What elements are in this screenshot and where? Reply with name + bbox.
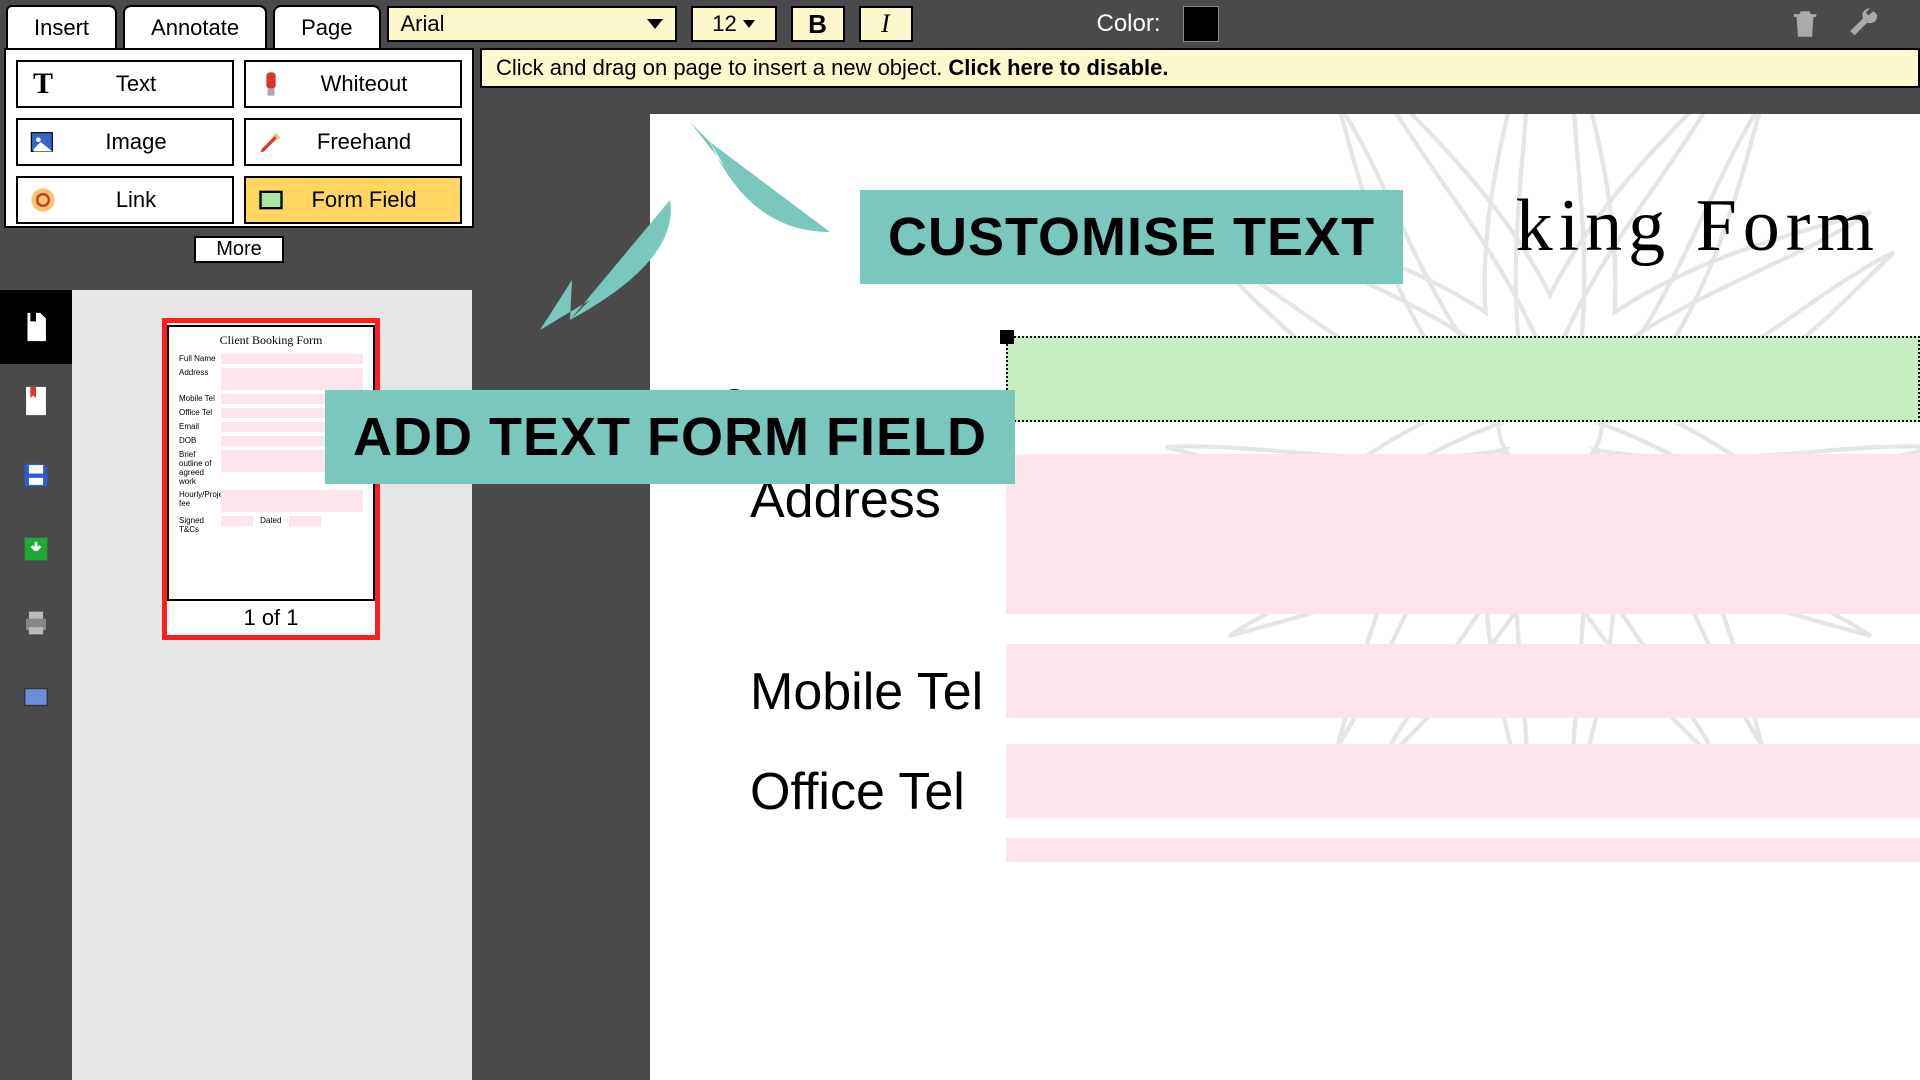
insert-panel: T Text Whiteout Image Freehand Link [4, 48, 474, 228]
more-button[interactable]: More [194, 236, 284, 263]
insert-image-button[interactable]: Image [16, 118, 234, 166]
font-select[interactable]: Arial [387, 6, 677, 42]
insert-freehand-button[interactable]: Freehand [244, 118, 462, 166]
formfield-icon [254, 183, 288, 217]
callout-formfield: ADD TEXT FORM FIELD [325, 390, 1015, 484]
top-strip: Insert Annotate Page Arial 12 B I Color: [0, 0, 1920, 48]
hint-bar[interactable]: Click and drag on page to insert a new o… [480, 48, 1920, 88]
font-name: Arial [401, 11, 445, 37]
italic-button[interactable]: I [859, 6, 913, 42]
color-label: Color: [1097, 10, 1161, 38]
thumb-title: Client Booking Form [220, 333, 323, 348]
label: Form Field [302, 187, 460, 213]
bold-button[interactable]: B [791, 6, 845, 42]
text-toolbar: Arial 12 B I Color: [387, 0, 1920, 48]
arrow-formfield [490, 180, 690, 345]
whiteout-icon [254, 67, 288, 101]
hint-text: Click and drag on page to insert a new o… [496, 55, 942, 81]
selected-form-field[interactable] [1006, 336, 1920, 422]
color-swatch[interactable] [1183, 6, 1219, 42]
insert-whiteout-button[interactable]: Whiteout [244, 60, 462, 108]
label: Image [74, 129, 232, 155]
thumb-caption: 1 of 1 [243, 601, 298, 635]
hint-disable-link[interactable]: Click here to disable. [948, 55, 1168, 81]
text-icon: T [26, 67, 60, 101]
insert-link-button[interactable]: Link [16, 176, 234, 224]
left-rail [0, 290, 72, 734]
rail-print[interactable] [0, 586, 72, 660]
tab-annotate[interactable]: Annotate [123, 5, 267, 48]
label: Whiteout [302, 71, 460, 97]
wrench-icon[interactable] [1846, 7, 1880, 41]
label: Text [74, 71, 232, 97]
insert-formfield-button[interactable]: Form Field [244, 176, 462, 224]
chevron-down-icon [743, 20, 755, 28]
trash-icon[interactable] [1788, 7, 1822, 41]
insert-text-button[interactable]: T Text [16, 60, 234, 108]
font-size: 12 [712, 11, 736, 37]
font-size-select[interactable]: 12 [691, 6, 777, 42]
label: Link [74, 187, 232, 213]
callout-customise: CUSTOMISE TEXT [860, 190, 1403, 284]
rail-save[interactable] [0, 438, 72, 512]
tab-page[interactable]: Page [273, 5, 380, 48]
resize-handle-tl[interactable] [1000, 330, 1014, 344]
rail-bookmarks[interactable] [0, 364, 72, 438]
field-address[interactable] [1006, 454, 1920, 614]
toolbar-extra [1788, 7, 1920, 41]
link-icon [26, 183, 60, 217]
field-next[interactable] [1006, 838, 1920, 862]
tab-insert[interactable]: Insert [6, 5, 117, 48]
rail-pages[interactable] [0, 290, 72, 364]
field-mobile[interactable] [1006, 644, 1920, 718]
rail-form[interactable] [0, 660, 72, 734]
image-icon [26, 125, 60, 159]
field-office[interactable] [1006, 744, 1920, 818]
chevron-down-icon [647, 19, 663, 29]
pencil-icon [254, 125, 288, 159]
label: Freehand [302, 129, 460, 155]
arrow-customise [680, 112, 840, 257]
document-title: king Form [1516, 184, 1880, 269]
field-label-office: Office Tel [750, 762, 965, 822]
rail-download[interactable] [0, 512, 72, 586]
tabs: Insert Annotate Page [0, 0, 381, 48]
field-label-mobile: Mobile Tel [750, 662, 983, 722]
